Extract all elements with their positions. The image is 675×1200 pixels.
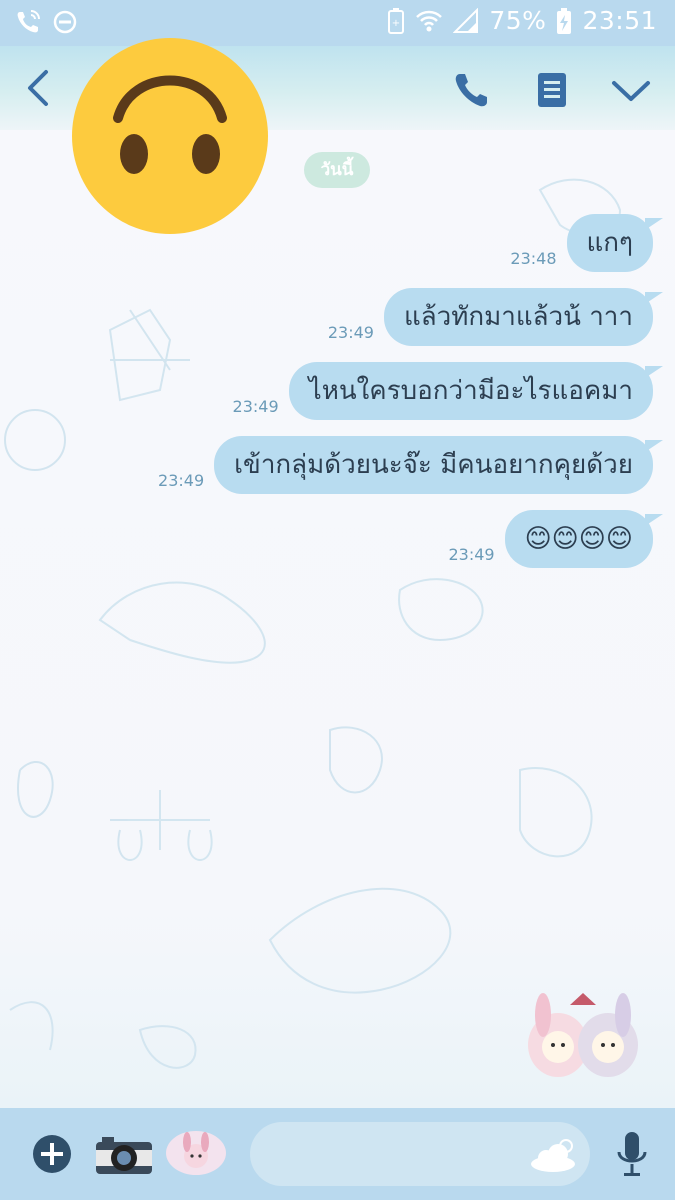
wifi-icon [416, 10, 443, 31]
message-row: 23:48 แกๆ [510, 214, 664, 272]
date-label: วันนี้ [304, 152, 370, 188]
signal-icon [453, 7, 479, 33]
wifi-call-icon [17, 10, 40, 33]
message-time: 23:49 [327, 323, 374, 342]
note-icon[interactable] [535, 70, 569, 110]
battery-percent: 75% [489, 6, 547, 35]
cloud-icon[interactable] [528, 1138, 578, 1174]
message-time: 23:48 [510, 249, 557, 268]
battery-charging-icon [557, 7, 572, 34]
chat-area[interactable]: วันนี้ 23:48 แกๆ 23:49 แล้วทักมาแล้วน้ า… [0, 130, 675, 1108]
message-row: 23:49 😊😊😊😊 [448, 510, 664, 568]
message-bubble[interactable]: เข้ากลุ่มด้วยนะจ๊ะ มีคนอยากคุยด้วย [214, 436, 663, 494]
message-time: 23:49 [448, 545, 495, 564]
plus-icon[interactable] [32, 1134, 72, 1174]
sticker-icon[interactable] [165, 1130, 227, 1176]
svg-text:+: + [392, 18, 400, 29]
phone-icon[interactable] [452, 70, 492, 110]
message-bubble[interactable]: แกๆ [566, 214, 664, 272]
message-time: 23:49 [232, 397, 279, 416]
status-time: 23:51 [582, 6, 657, 35]
camera-icon[interactable] [94, 1132, 154, 1178]
message-row: 23:49 ไหนใครบอกว่ามีอะไรแอคมา [232, 362, 664, 420]
status-right: + 75% 23:51 [387, 6, 657, 35]
do-not-disturb-icon [53, 10, 77, 34]
message-bubble[interactable]: ไหนใครบอกว่ามีอะไรแอคมา [288, 362, 664, 420]
back-icon[interactable] [20, 68, 56, 108]
message-time: 23:49 [158, 471, 205, 490]
chevron-down-icon[interactable] [610, 74, 652, 108]
message-bubble[interactable]: แล้วทักมาแล้วน้ าาา [383, 288, 664, 346]
message-row: 23:49 เข้ากลุ่มด้วยนะจ๊ะ มีคนอยากคุยด้วย [158, 436, 663, 494]
upside-down-face-icon [72, 38, 268, 234]
background-pattern [4, 178, 622, 1069]
battery-saver-icon: + [388, 7, 405, 34]
message-row: 23:49 แล้วทักมาแล้วน้ าาา [327, 288, 664, 346]
message-bubble[interactable]: 😊😊😊😊 [504, 510, 664, 568]
bunny-sticker[interactable] [508, 985, 658, 1085]
status-left [14, 8, 78, 36]
input-bar [0, 1108, 675, 1200]
mic-icon[interactable] [614, 1130, 650, 1180]
